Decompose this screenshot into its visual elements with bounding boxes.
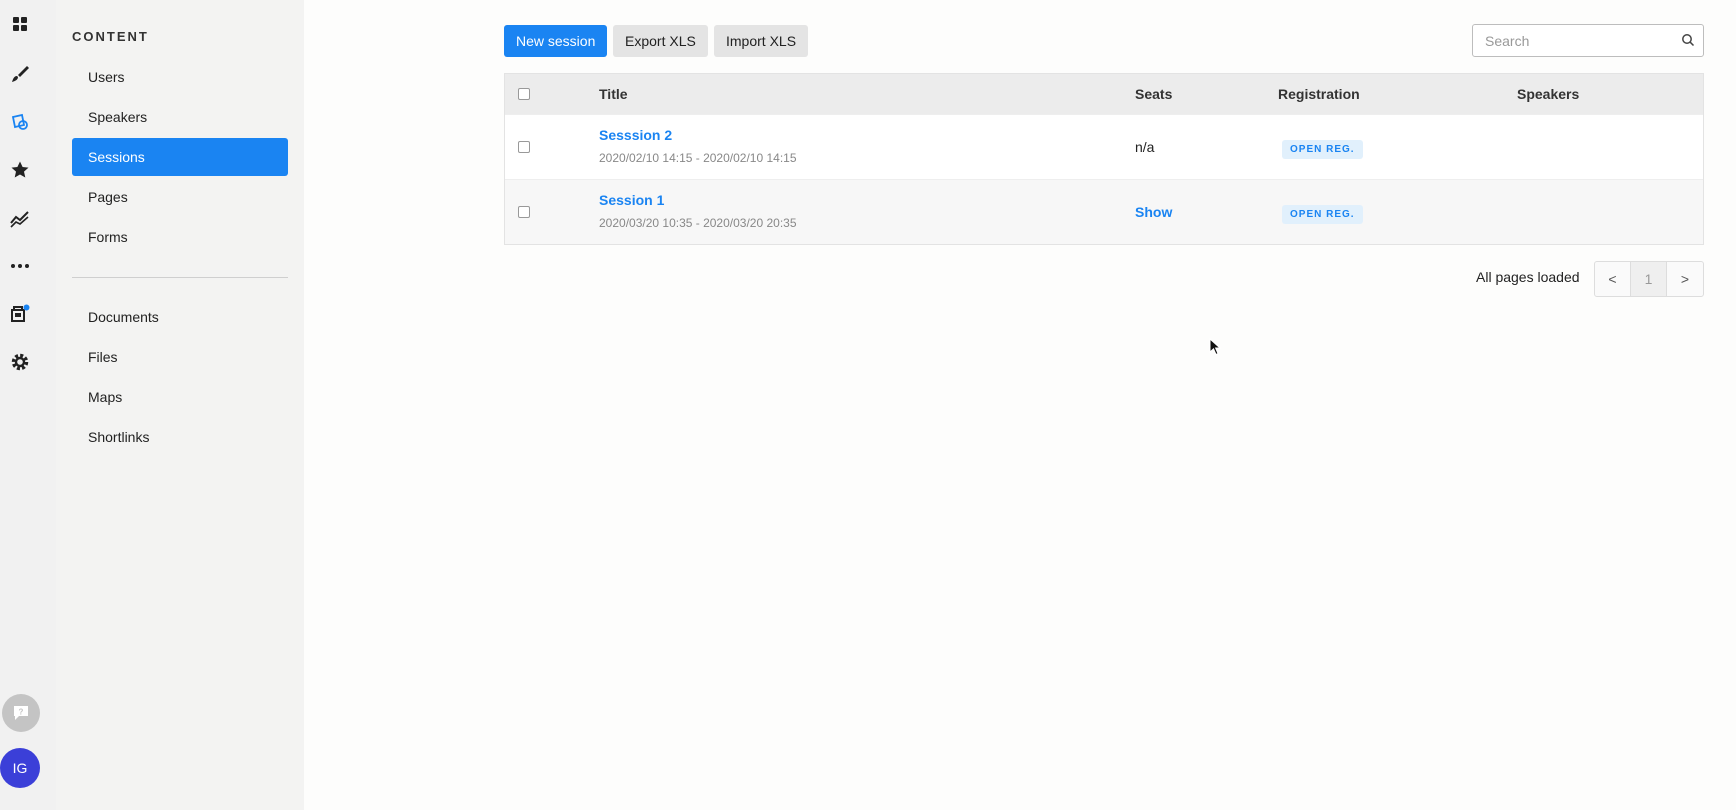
status-badge: OPEN REG.: [1282, 140, 1363, 159]
column-header-registration[interactable]: Registration: [1278, 86, 1360, 102]
star-icon[interactable]: [8, 158, 32, 182]
sidebar-item-forms[interactable]: Forms: [72, 218, 288, 256]
dashboard-icon[interactable]: [8, 12, 32, 36]
new-session-button[interactable]: New session: [504, 25, 608, 57]
sessions-table: Title Seats Registration Speakers Sesssi…: [504, 73, 1704, 245]
main-content: New session Export XLS Import XLS Title …: [304, 0, 1736, 810]
analytics-icon[interactable]: [8, 206, 32, 230]
more-icon[interactable]: [8, 254, 32, 278]
seats-show-link[interactable]: Show: [1135, 204, 1172, 220]
avatar[interactable]: IG: [0, 748, 40, 788]
next-page-button[interactable]: >: [1667, 262, 1703, 296]
search-box: [1472, 24, 1704, 57]
session-title-link[interactable]: Sesssion 2: [599, 127, 797, 143]
search-icon[interactable]: [1681, 33, 1695, 47]
sidebar-item-users[interactable]: Users: [72, 58, 288, 96]
prev-page-button[interactable]: <: [1595, 262, 1631, 296]
column-header-title[interactable]: Title: [599, 86, 628, 102]
sidebar-item-shortlinks[interactable]: Shortlinks: [72, 418, 288, 456]
svg-text:?: ?: [19, 708, 24, 717]
sidebar-item-files[interactable]: Files: [72, 338, 288, 376]
row-checkbox[interactable]: [518, 206, 530, 218]
help-chat-icon[interactable]: ?: [2, 694, 40, 732]
row-checkbox[interactable]: [518, 141, 530, 153]
current-page[interactable]: 1: [1631, 262, 1667, 296]
sidebar-item-pages[interactable]: Pages: [72, 178, 288, 216]
sidebar-item-documents[interactable]: Documents: [72, 298, 288, 336]
brush-icon[interactable]: [8, 62, 32, 86]
session-title-link[interactable]: Session 1: [599, 192, 797, 208]
seats-value: n/a: [1135, 139, 1155, 155]
sidebar-item-maps[interactable]: Maps: [72, 378, 288, 416]
column-header-seats[interactable]: Seats: [1135, 86, 1172, 102]
select-all-checkbox[interactable]: [518, 88, 530, 100]
store-icon[interactable]: [8, 302, 32, 326]
export-xls-button[interactable]: Export XLS: [613, 25, 708, 57]
sidebar: CONTENT Users Speakers Sessions Pages Fo…: [56, 0, 304, 810]
sidebar-divider: [72, 277, 288, 278]
sidebar-item-sessions[interactable]: Sessions: [72, 138, 288, 176]
sidebar-item-speakers[interactable]: Speakers: [72, 98, 288, 136]
mouse-cursor-icon: [1209, 338, 1221, 356]
table-row[interactable]: Sesssion 2 2020/02/10 14:15 - 2020/02/10…: [505, 114, 1703, 179]
column-header-speakers[interactable]: Speakers: [1517, 86, 1579, 102]
session-dates: 2020/02/10 14:15 - 2020/02/10 14:15: [599, 151, 797, 165]
pagination-status: All pages loaded: [1476, 269, 1580, 285]
status-badge: OPEN REG.: [1282, 205, 1363, 224]
search-input[interactable]: [1473, 25, 1668, 56]
content-icon[interactable]: [8, 110, 32, 134]
session-dates: 2020/03/20 10:35 - 2020/03/20 20:35: [599, 216, 797, 230]
pagination: < 1 >: [1594, 261, 1704, 297]
settings-icon[interactable]: [8, 350, 32, 374]
import-xls-button[interactable]: Import XLS: [714, 25, 809, 57]
sidebar-section-title: CONTENT: [72, 29, 149, 44]
table-row[interactable]: Session 1 2020/03/20 10:35 - 2020/03/20 …: [505, 179, 1703, 244]
table-header: Title Seats Registration Speakers: [505, 74, 1703, 114]
icon-rail: ? IG: [0, 0, 56, 810]
